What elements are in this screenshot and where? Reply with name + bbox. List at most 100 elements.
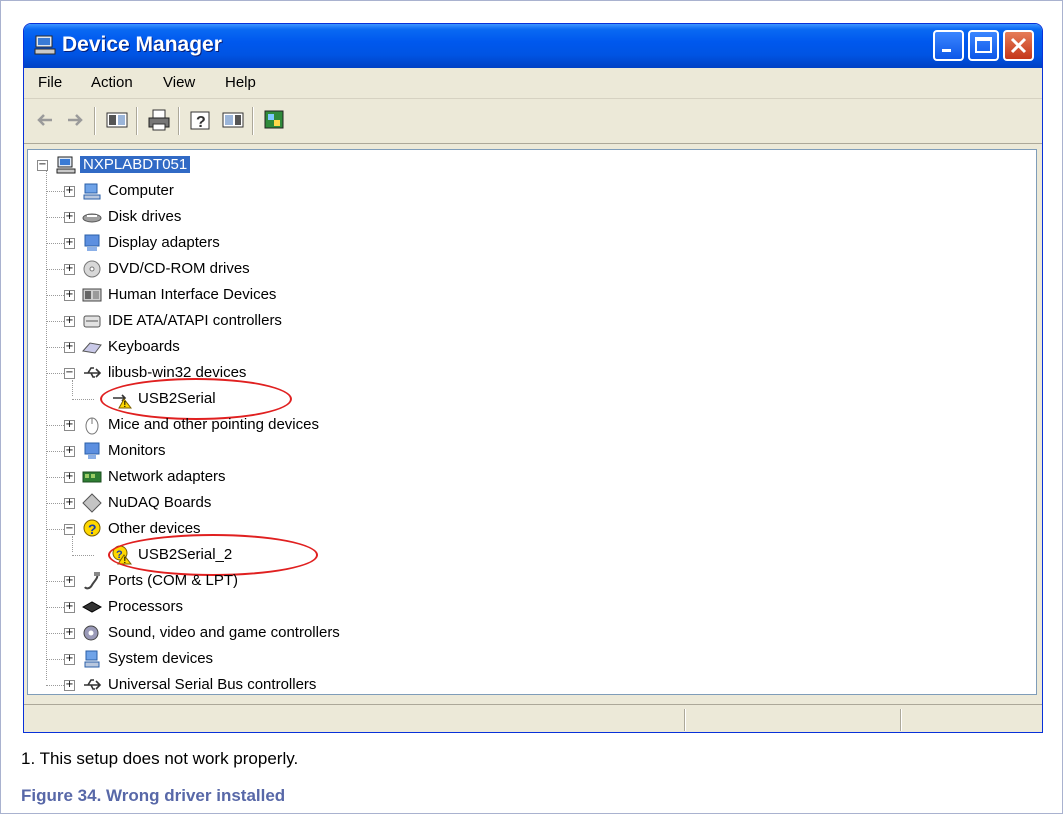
expand-toggle[interactable]: +	[64, 472, 75, 483]
menu-file[interactable]: File	[38, 74, 62, 91]
status-bar	[24, 704, 1042, 732]
close-icon	[1010, 37, 1027, 54]
expand-toggle[interactable]: +	[64, 602, 75, 613]
expand-toggle[interactable]: +	[64, 238, 75, 249]
tree-item-libusb-devices[interactable]: − libusb-win32 devices	[32, 362, 632, 384]
expand-toggle[interactable]: +	[64, 576, 75, 587]
system-device-icon	[84, 650, 100, 668]
tree-item-label: Display adapters	[108, 234, 220, 251]
tree-item-label: Universal Serial Bus controllers	[108, 676, 317, 693]
network-adapter-icon	[82, 471, 102, 483]
tree-item-display-adapters[interactable]: + Display adapters	[32, 232, 632, 254]
tree-item-system-devices[interactable]: + System devices	[32, 648, 632, 670]
svg-text:?: ?	[196, 114, 206, 131]
tree-connector	[72, 399, 94, 400]
toolbar: ?	[24, 99, 1042, 144]
tree-item-nudaq-boards[interactable]: + NuDAQ Boards	[32, 492, 632, 514]
ide-controller-icon	[83, 315, 101, 328]
tree-item-mice[interactable]: + Mice and other pointing devices	[32, 414, 632, 436]
toolbar-separator	[136, 107, 138, 135]
usb-icon	[84, 679, 102, 690]
tree-item-label: Sound, video and game controllers	[108, 624, 340, 641]
expand-toggle[interactable]: +	[64, 316, 75, 327]
expand-toggle[interactable]: +	[64, 680, 75, 691]
figure-frame: Device Manager File Action View Help ? −…	[0, 0, 1063, 814]
scan-hardware-icon[interactable]	[262, 108, 288, 132]
back-arrow-icon[interactable]	[32, 108, 58, 132]
tree-item-label: Processors	[108, 598, 184, 615]
tree-item-label: Ports (COM & LPT)	[108, 572, 239, 589]
tree-item-label: Keyboards	[108, 338, 180, 355]
tree-item-disk-drives[interactable]: + Disk drives	[32, 206, 632, 228]
unknown-device-icon: ?	[83, 519, 101, 537]
tree-item-ide-controllers[interactable]: + IDE ATA/ATAPI controllers	[32, 310, 632, 332]
computer-icon	[56, 156, 76, 174]
collapse-toggle[interactable]: −	[37, 160, 48, 171]
toolbar-separator	[252, 107, 254, 135]
tree-item-label: DVD/CD-ROM drives	[108, 260, 250, 277]
collapse-toggle[interactable]: −	[64, 524, 75, 535]
close-button[interactable]	[1003, 30, 1034, 61]
expand-toggle[interactable]: +	[64, 290, 75, 301]
tree-item-label: Network adapters	[108, 468, 226, 485]
tree-item-ports[interactable]: + Ports (COM & LPT)	[32, 570, 632, 592]
expand-toggle[interactable]: +	[64, 446, 75, 457]
expand-toggle[interactable]: +	[64, 628, 75, 639]
help-icon[interactable]: ?	[188, 108, 214, 132]
toolbar-separator	[178, 107, 180, 135]
tree-item-processors[interactable]: + Processors	[32, 596, 632, 618]
expand-toggle[interactable]: +	[64, 186, 75, 197]
show-hide-tree-icon[interactable]	[104, 108, 130, 132]
note-text: 1. This setup does not work properly.	[21, 749, 299, 768]
display-adapter-icon	[84, 234, 100, 251]
print-icon[interactable]	[146, 108, 172, 132]
minimize-button[interactable]	[933, 30, 964, 61]
status-divider	[684, 709, 686, 731]
forward-arrow-icon[interactable]	[62, 108, 88, 132]
expand-toggle[interactable]: +	[64, 342, 75, 353]
svg-text:?: ?	[88, 521, 97, 537]
tree-item-computer[interactable]: + Computer	[32, 180, 632, 202]
collapse-toggle[interactable]: −	[64, 368, 75, 379]
disk-drive-icon	[82, 213, 102, 223]
menu-help[interactable]: Help	[225, 74, 256, 91]
title-bar[interactable]: Device Manager	[24, 24, 1042, 68]
device-tree[interactable]: − NXPLABDT051 + Computer + Disk drives +…	[27, 149, 1037, 695]
tree-item-usb-controllers[interactable]: + Universal Serial Bus controllers	[32, 674, 632, 694]
tree-item-dvd-drives[interactable]: + DVD/CD-ROM drives	[32, 258, 632, 280]
expand-toggle[interactable]: +	[64, 264, 75, 275]
keyboard-icon	[82, 342, 102, 354]
tree-item-monitors[interactable]: + Monitors	[32, 440, 632, 462]
properties-icon[interactable]	[220, 108, 246, 132]
menu-bar: File Action View Help	[24, 68, 1042, 99]
hid-icon	[82, 288, 102, 302]
expand-toggle[interactable]: +	[64, 212, 75, 223]
figure-caption: Figure 34. Wrong driver installed	[21, 786, 286, 805]
tree-item-sound-controllers[interactable]: + Sound, video and game controllers	[32, 622, 632, 644]
expand-toggle[interactable]: +	[64, 498, 75, 509]
menu-view[interactable]: View	[163, 74, 195, 91]
computer-icon	[83, 183, 101, 200]
tree-root[interactable]: − NXPLABDT051	[32, 154, 332, 176]
toolbar-separator	[94, 107, 96, 135]
tree-item-other-devices[interactable]: − ? Other devices	[32, 518, 632, 540]
menu-action[interactable]: Action	[91, 74, 133, 91]
tree-item-label: System devices	[108, 650, 214, 667]
tree-item-label: Human Interface Devices	[108, 286, 277, 303]
window-title: Device Manager	[62, 33, 222, 56]
expand-toggle[interactable]: +	[64, 654, 75, 665]
tree-item-label: Disk drives	[108, 208, 182, 225]
expand-toggle[interactable]: +	[64, 420, 75, 431]
processor-icon	[82, 601, 102, 613]
tree-item-network-adapters[interactable]: + Network adapters	[32, 466, 632, 488]
tree-item-hid[interactable]: + Human Interface Devices	[32, 284, 632, 306]
tree-item-label: IDE ATA/ATAPI controllers	[108, 312, 282, 329]
mouse-icon	[85, 417, 99, 435]
device-manager-window: Device Manager File Action View Help ? −…	[23, 23, 1043, 733]
tree-item-keyboards[interactable]: + Keyboards	[32, 336, 632, 358]
maximize-button[interactable]	[968, 30, 999, 61]
sound-icon	[83, 625, 99, 641]
port-icon	[84, 572, 100, 590]
monitor-icon	[84, 442, 100, 459]
tree-item-label: NuDAQ Boards	[108, 494, 212, 511]
